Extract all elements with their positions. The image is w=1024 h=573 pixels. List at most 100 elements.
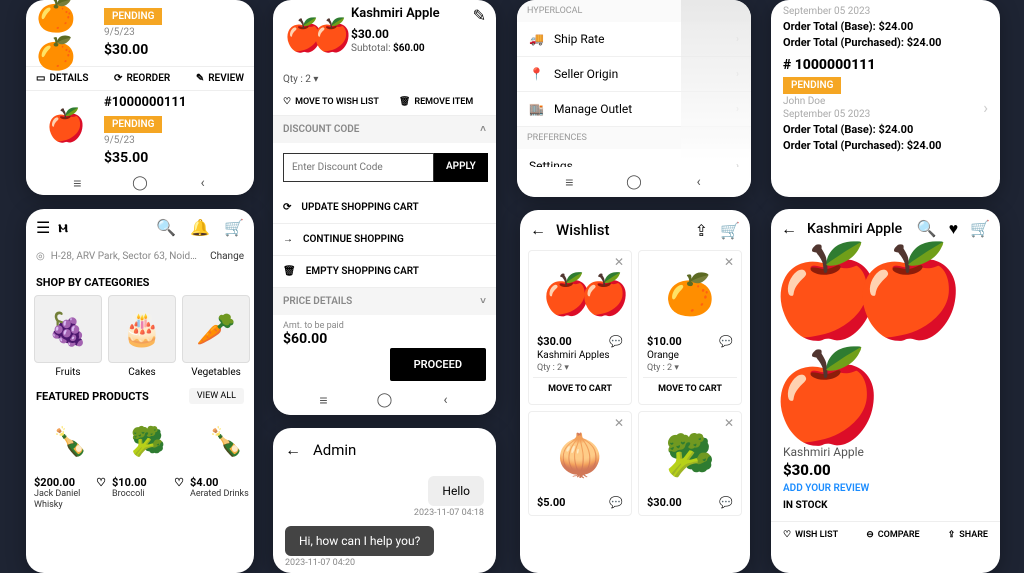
move-to-wishlist-button[interactable]: ♡MOVE TO WISH LIST: [283, 97, 379, 107]
review-button[interactable]: ✎REVIEW: [196, 73, 244, 84]
product-price: $30.00: [783, 461, 988, 479]
amount-value: $60.00: [283, 331, 486, 347]
heart-icon[interactable]: ♡: [96, 476, 106, 489]
order-price: $35.00: [104, 150, 244, 166]
order-id: #1000000111: [104, 95, 244, 110]
product-image: [771, 249, 1000, 439]
shop-home-screen: ☰ ⲙ 🔍 🔔 🛒 ◎ H-28, ARV Park, Sector 63, N…: [26, 209, 254, 573]
section-title: FEATURED PRODUCTS: [36, 390, 149, 403]
status-badge: PENDING: [104, 8, 162, 25]
comment-icon: 💬: [609, 335, 623, 348]
amount-label: Amt. to be paid: [283, 321, 486, 331]
customer-name: John Doe: [783, 96, 870, 107]
wishlist-card[interactable]: ✕ $30.00💬 Kashmiri Apples Qty : 2 ▾ MOVE…: [528, 250, 632, 405]
discount-input[interactable]: [283, 153, 434, 182]
wishlist-button[interactable]: ♡WISH LIST: [783, 530, 838, 540]
comment-icon: 💬: [719, 335, 733, 348]
remove-icon[interactable]: ✕: [611, 416, 627, 432]
section-title: SHOP BY CATEGORIES: [26, 268, 254, 295]
wishlist-card[interactable]: ✕ $10.00💬 Orange Qty : 2 ▾ MOVE TO CART: [638, 250, 742, 405]
heart-icon: ♡: [783, 530, 791, 540]
heart-icon[interactable]: ♥: [949, 219, 959, 239]
remove-icon[interactable]: ✕: [611, 255, 627, 271]
details-button[interactable]: ▭DETAILS: [36, 73, 88, 84]
order-total-purchased: Order Total (Purchased): $24.00: [783, 139, 988, 152]
wishlist-card[interactable]: ✕ $5.00💬: [528, 411, 632, 516]
change-address-button[interactable]: Change: [210, 251, 244, 262]
order-id: # 1000000111: [783, 57, 988, 73]
order-total-purchased: Order Total (Purchased): $24.00: [783, 36, 988, 49]
menu-icon[interactable]: ☰: [36, 218, 50, 237]
category-vegetables[interactable]: Vegetables: [182, 295, 250, 378]
wishlist-screen: ← Wishlist ⇪🛒 ✕ $30.00💬 Kashmiri Apples …: [520, 210, 750, 573]
move-to-cart-button[interactable]: MOVE TO CART: [643, 377, 737, 400]
refresh-icon: ⟳: [283, 202, 291, 213]
status-badge: PENDING: [783, 77, 841, 94]
search-icon[interactable]: 🔍: [156, 218, 176, 237]
back-icon[interactable]: ←: [285, 440, 301, 460]
order-date: 9/5/23: [104, 27, 244, 38]
discount-header: DISCOUNT CODE˄: [273, 116, 496, 143]
product-card[interactable]: $4.00 Aerated Drinks: [190, 410, 254, 511]
product-image: [283, 6, 341, 64]
android-nav: ≡◯‹: [273, 385, 496, 415]
view-all-button[interactable]: VIEW ALL: [189, 388, 244, 404]
pin-icon: 📍: [529, 67, 544, 81]
product-image: [36, 4, 96, 64]
logo: ⲙ: [58, 217, 67, 237]
remove-icon[interactable]: ✕: [721, 255, 737, 271]
cart-icon[interactable]: 🛒: [970, 219, 990, 239]
search-icon[interactable]: 🔍: [917, 219, 937, 239]
back-icon[interactable]: ←: [530, 220, 546, 240]
reorder-button[interactable]: ⟳REORDER: [114, 73, 170, 84]
stock-status: IN STOCK: [783, 500, 988, 515]
qty-selector[interactable]: Qty : 2 ▾: [643, 361, 737, 375]
page-title: Kashmiri Apple: [807, 221, 902, 237]
category-cakes[interactable]: Cakes: [108, 295, 176, 378]
apply-button[interactable]: APPLY: [434, 153, 488, 182]
qty-selector[interactable]: Qty : 2 ▾: [533, 361, 627, 375]
order-total-base: Order Total (Base): $24.00: [783, 123, 988, 136]
product-card[interactable]: $10.00♡ Broccoli: [112, 410, 184, 511]
orders-screen: PENDING 9/5/23 $30.00 ▭DETAILS ⟳REORDER …: [26, 0, 254, 195]
empty-cart-button[interactable]: 🗑EMPTY SHOPPING CART: [273, 256, 496, 288]
proceed-button[interactable]: PROCEED: [390, 348, 486, 381]
heart-icon: ♡: [283, 97, 291, 107]
bell-icon[interactable]: 🔔: [190, 218, 210, 237]
wishlist-card[interactable]: ✕ $30.00💬: [638, 411, 742, 516]
product-card[interactable]: $200.00♡ Jack Daniel Whisky: [34, 410, 106, 511]
update-cart-button[interactable]: ⟳UPDATE SHOPPING CART: [273, 192, 496, 224]
order-total-base: Order Total (Base): $24.00: [783, 20, 988, 33]
location-icon: ◎: [36, 251, 45, 262]
chat-screen: ← Admin Hello 2023-11-07 04:18 Hi, how c…: [273, 428, 496, 573]
comment-icon: 💬: [719, 496, 733, 509]
remove-item-button[interactable]: 🗑REMOVE ITEM: [399, 97, 473, 107]
cart-icon[interactable]: 🛒: [224, 218, 244, 237]
share-button[interactable]: ⇪SHARE: [948, 530, 988, 540]
trash-icon: 🗑: [399, 97, 410, 107]
chat-title: Admin: [313, 441, 356, 459]
back-icon[interactable]: ←: [781, 219, 797, 239]
peek-image: [681, 0, 751, 160]
comment-icon: 💬: [609, 496, 623, 509]
details-icon: ▭: [36, 73, 45, 84]
edit-icon[interactable]: ✎: [473, 6, 486, 25]
add-review-link[interactable]: ADD YOUR REVIEW: [783, 483, 988, 494]
product-price: $30.00: [351, 27, 486, 41]
order-date: 9/5/23: [104, 135, 244, 146]
chevron-up-icon: ˄: [480, 124, 486, 135]
share-icon[interactable]: ⇪: [695, 221, 708, 240]
compare-button[interactable]: ⊖COMPARE: [866, 530, 919, 540]
reorder-icon: ⟳: [114, 73, 122, 84]
qty-selector[interactable]: Qty : 2 ▾: [273, 70, 496, 89]
cart-icon[interactable]: 🛒: [720, 221, 740, 240]
move-to-cart-button[interactable]: MOVE TO CART: [533, 377, 627, 400]
review-icon: ✎: [196, 73, 204, 84]
category-fruits[interactable]: Fruits: [34, 295, 102, 378]
heart-icon[interactable]: ♡: [174, 476, 184, 489]
android-nav: ≡◯‹: [26, 168, 254, 195]
chevron-right-icon[interactable]: ›: [983, 98, 988, 117]
continue-shopping-button[interactable]: →CONTINUE SHOPPING: [273, 224, 496, 256]
remove-icon[interactable]: ✕: [721, 416, 737, 432]
price-details-header: PRICE DETAILS˅: [273, 288, 496, 315]
